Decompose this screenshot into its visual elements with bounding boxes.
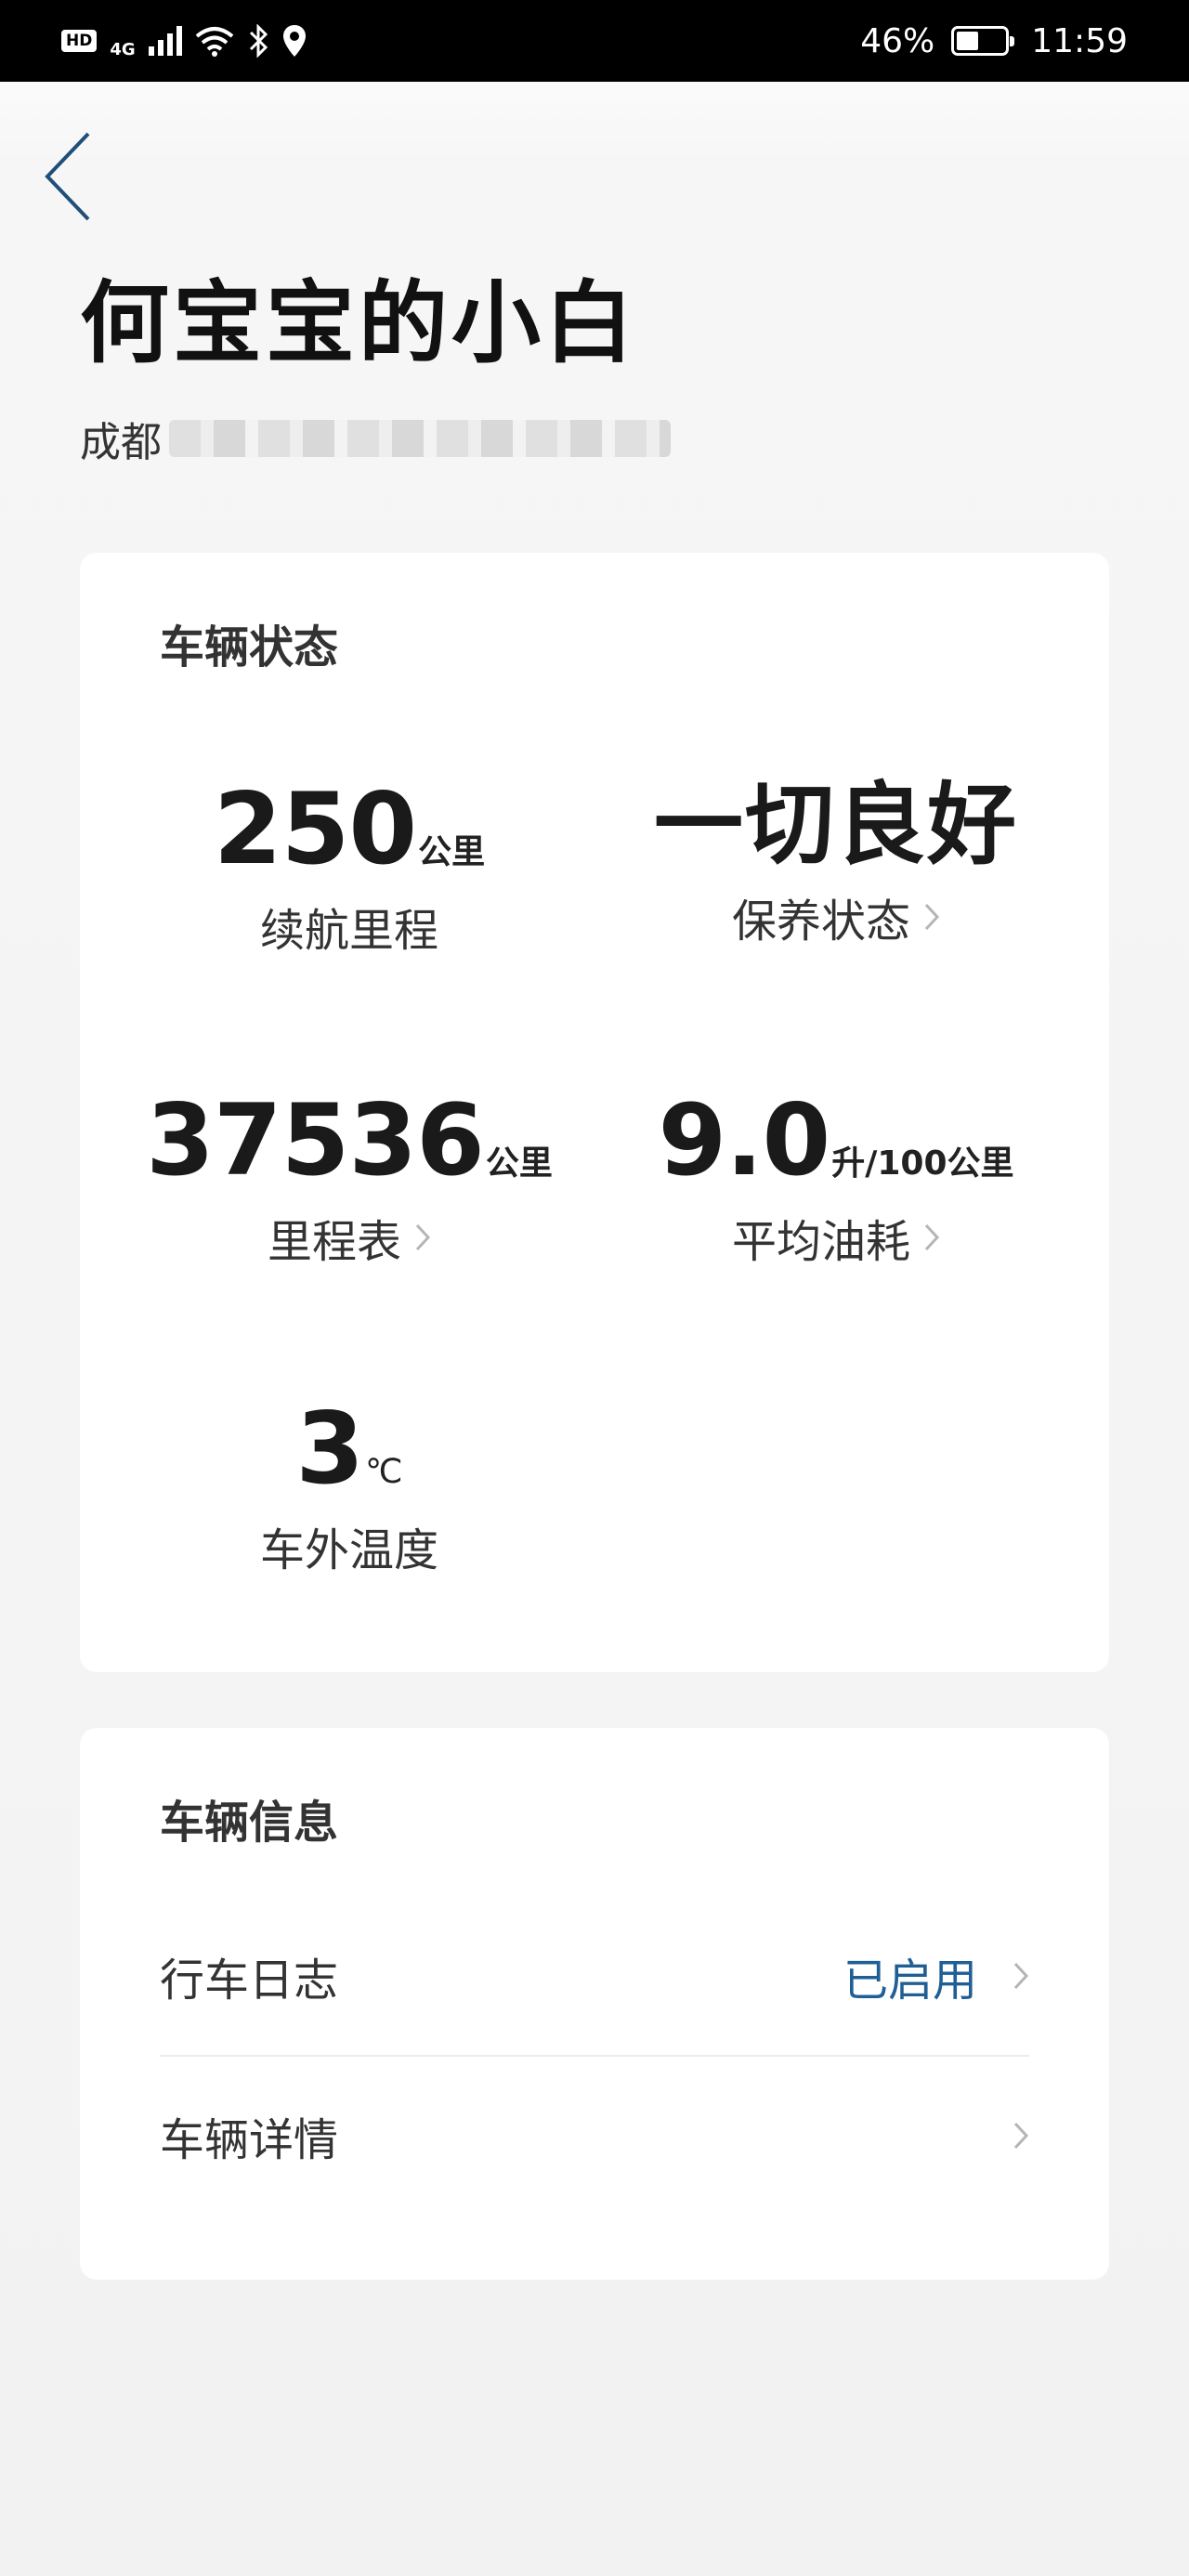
redacted-address [169, 420, 671, 457]
status-icons-right: 46% 11:59 [860, 22, 1128, 60]
status-bar: HD 4G 46% 11:59 [0, 0, 1189, 82]
chevron-right-icon[interactable] [923, 902, 940, 932]
temperature-value: 3 [295, 1392, 364, 1506]
chevron-right-icon[interactable] [414, 1223, 431, 1252]
temperature-label: 车外温度 [259, 1524, 438, 1576]
wifi-icon [195, 27, 233, 57]
battery-percent: 46% [860, 21, 935, 60]
driving-log-status: 已启用 [843, 1955, 977, 2007]
outside-temperature-metric: 3 ℃ 车外温度 [104, 1400, 594, 1578]
range-metric: 250 公里 续航里程 [104, 780, 594, 959]
maintenance-value: 一切良好 [654, 773, 1018, 877]
vehicle-details-label: 车辆详情 [160, 2114, 339, 2166]
location-city: 成都 [80, 419, 162, 466]
fuel-unit: 升/100公里 [831, 1144, 1014, 1183]
temperature-unit: ℃ [365, 1453, 403, 1491]
signal-icon [148, 26, 182, 56]
page-title: 何宝宝的小白 [80, 271, 637, 375]
range-label: 续航里程 [259, 905, 438, 957]
back-button[interactable] [35, 125, 100, 228]
vehicle-location: 成都 [80, 409, 671, 468]
fuel-consumption-metric[interactable]: 9.0 升/100公里 平均油耗 [591, 1092, 1081, 1270]
chevron-right-icon[interactable] [1013, 2121, 1029, 2151]
odometer-value: 37536 [146, 1083, 485, 1197]
maintenance-label: 保养状态 [731, 896, 910, 948]
chevron-right-icon[interactable] [1013, 1961, 1029, 1991]
odometer-label: 里程表 [267, 1216, 401, 1268]
maintenance-metric[interactable]: 一切良好 保养状态 [591, 780, 1081, 949]
battery-fill [957, 32, 979, 50]
driving-log-row[interactable]: 行车日志 已启用 [160, 1897, 1029, 2057]
range-unit: 公里 [418, 833, 486, 871]
network-type: 4G [110, 39, 136, 59]
range-value: 250 [213, 772, 417, 886]
battery-icon [951, 26, 1015, 56]
hd-badge: HD [61, 30, 98, 52]
clock: 11:59 [1031, 21, 1128, 60]
driving-log-label: 行车日志 [160, 1955, 339, 2007]
bluetooth-icon [249, 24, 268, 58]
vehicle-info-card: 车辆信息 行车日志 已启用 车辆详情 [80, 1728, 1109, 2280]
chevron-right-icon[interactable] [923, 1223, 940, 1252]
card-title: 车辆状态 [160, 621, 339, 673]
card-title: 车辆信息 [160, 1797, 339, 1849]
fuel-value: 9.0 [658, 1083, 830, 1197]
odometer-unit: 公里 [485, 1144, 553, 1183]
fuel-label: 平均油耗 [731, 1216, 910, 1268]
odometer-metric[interactable]: 37536 公里 里程表 [104, 1092, 594, 1270]
location-pin-icon [282, 25, 306, 57]
vehicle-status-card: 车辆状态 250 公里 续航里程 一切良好 保养状态 37536 公里 里程表 [80, 553, 1109, 1672]
chevron-left-icon [45, 132, 90, 221]
vehicle-details-row[interactable]: 车辆详情 [160, 2057, 1029, 2215]
status-icons-left: HD 4G [61, 23, 307, 59]
